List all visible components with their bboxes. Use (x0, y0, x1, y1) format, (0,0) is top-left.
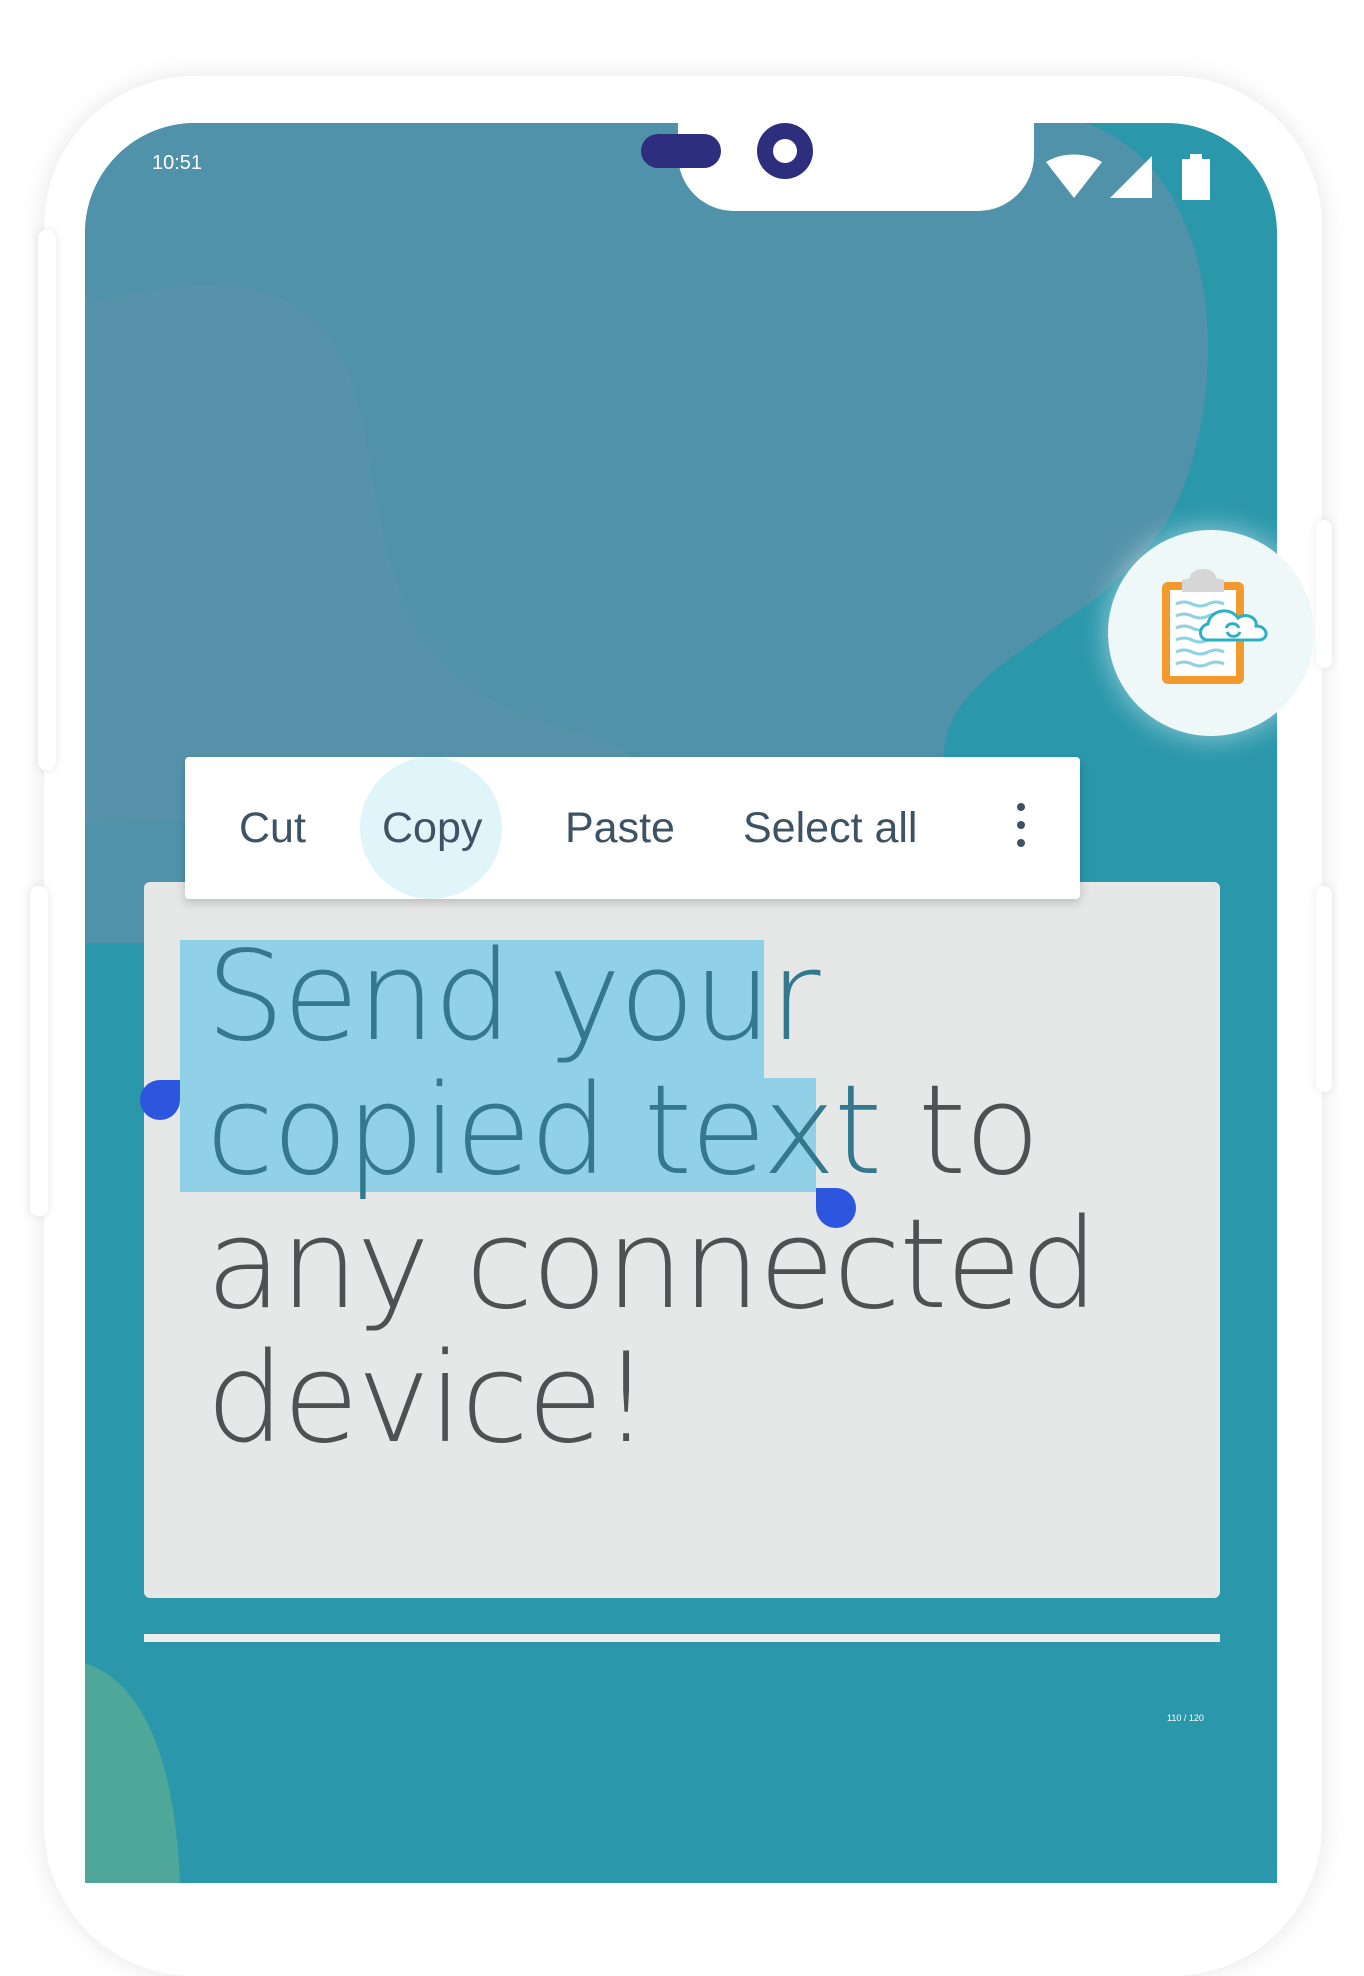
wifi-icon (1046, 154, 1102, 198)
card-text[interactable]: Send your copied text to any connected d… (206, 930, 1186, 1466)
clipboard-cloud-sync-icon (1162, 569, 1268, 684)
display-notch (678, 123, 1034, 211)
earpiece-speaker (641, 134, 721, 168)
selection-end-handle[interactable] (816, 1188, 856, 1228)
clipboard-sync-button[interactable] (1108, 530, 1314, 736)
selection-start-handle[interactable] (140, 1080, 180, 1120)
volume-button (38, 230, 56, 770)
select-all-button[interactable]: Select all (743, 757, 917, 899)
copy-button[interactable]: Copy (382, 757, 482, 899)
power-button (1316, 520, 1332, 668)
front-camera (757, 123, 813, 179)
more-vert-icon[interactable] (1001, 797, 1041, 857)
side-button-right (1316, 886, 1332, 1092)
cellular-signal-icon (1110, 156, 1152, 198)
input-underline (144, 1634, 1220, 1642)
cut-button[interactable]: Cut (239, 757, 306, 899)
paste-button[interactable]: Paste (565, 757, 675, 899)
battery-icon (1182, 154, 1210, 200)
selected-text[interactable]: Send your copied text (206, 925, 882, 1203)
page-indicator: 110 / 120 (1167, 1713, 1204, 1723)
text-selection-toolbar: Cut Copy Paste Select all (185, 757, 1080, 899)
side-button-left (30, 886, 48, 1216)
status-time: 10:51 (152, 152, 203, 174)
